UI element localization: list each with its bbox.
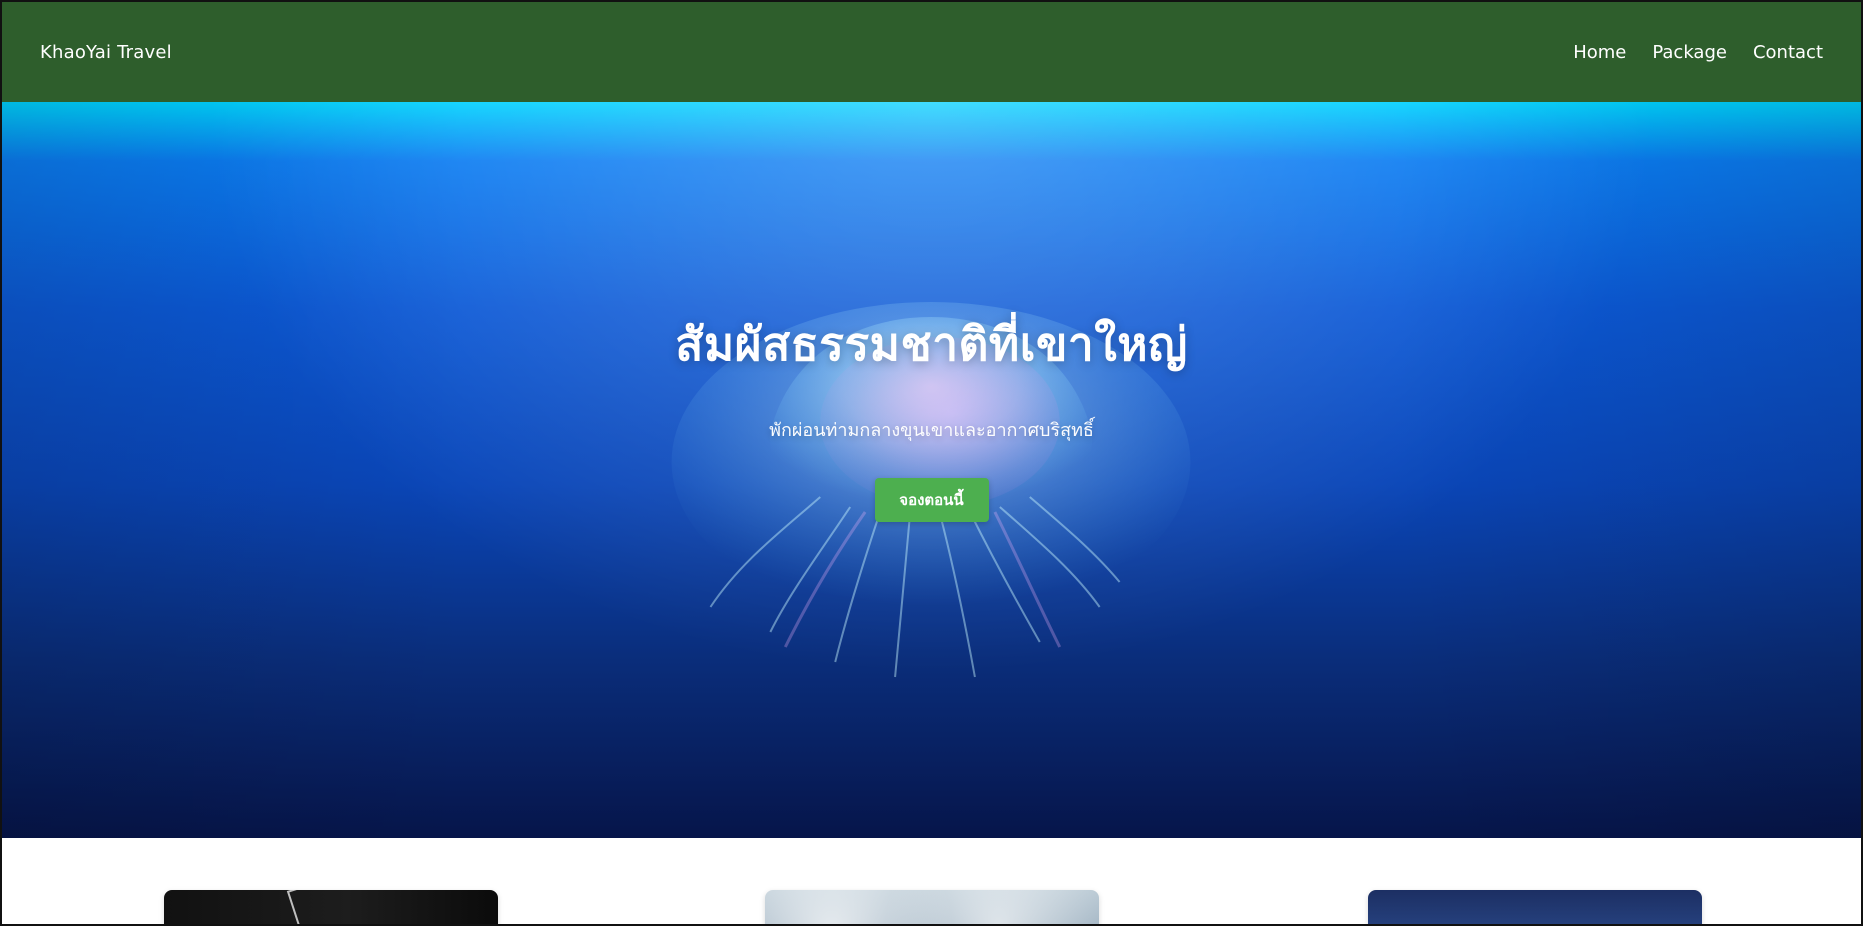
hero-section: สัมผัสธรรมชาติที่เขาใหญ่ พักผ่อนท่ามกลาง… xyxy=(2,102,1861,838)
hero-content: สัมผัสธรรมชาติที่เขาใหญ่ พักผ่อนท่ามกลาง… xyxy=(2,102,1861,783)
nav-contact-link[interactable]: Contact xyxy=(1753,42,1823,63)
card-1-decor xyxy=(286,890,338,924)
main-nav: Home Package Contact xyxy=(1573,42,1823,63)
hero-title: สัมผัสธรรมชาติที่เขาใหญ่ xyxy=(675,317,1188,371)
package-cards-section xyxy=(2,838,1861,924)
nav-package-link[interactable]: Package xyxy=(1652,42,1727,63)
package-card-1[interactable] xyxy=(164,890,498,924)
package-card-2[interactable] xyxy=(765,890,1099,924)
top-navbar: KhaoYai Travel Home Package Contact xyxy=(2,2,1861,102)
package-card-3[interactable] xyxy=(1368,890,1702,924)
nav-home-link[interactable]: Home xyxy=(1573,42,1626,63)
hero-subtitle: พักผ่อนท่ามกลางขุนเขาและอากาศบริสุทธิ์ xyxy=(769,420,1094,441)
page: KhaoYai Travel Home Package Contact สัมผ… xyxy=(0,0,1863,926)
book-now-button[interactable]: จองตอนนี้ xyxy=(874,478,989,522)
brand-logo-text[interactable]: KhaoYai Travel xyxy=(40,42,172,63)
